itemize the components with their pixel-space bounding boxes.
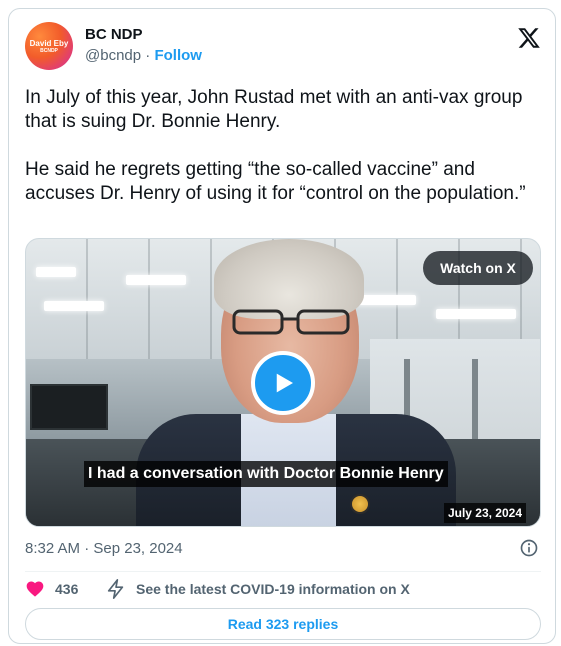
play-button[interactable]	[251, 351, 315, 415]
play-icon	[276, 373, 293, 393]
avatar-subtext: BCNDP	[40, 47, 58, 54]
handle-separator: ·	[145, 47, 151, 64]
ceiling-light	[356, 295, 416, 305]
lightning-bolt-icon[interactable]	[105, 578, 127, 600]
tweet-timestamp[interactable]: 8:32 AM · Sep 23, 2024	[25, 539, 183, 559]
glasses-icon	[232, 309, 350, 335]
avatar[interactable]: David Eby BCNDP	[25, 22, 73, 70]
ceiling-light	[44, 301, 104, 311]
heart-icon[interactable]	[25, 579, 45, 599]
read-replies-button[interactable]: Read 323 replies	[25, 608, 541, 640]
video-player[interactable]: Watch on X I had a conversation with Doc…	[25, 238, 541, 527]
background-tv	[30, 384, 108, 430]
ceiling-light	[36, 267, 76, 277]
covid-info-link[interactable]: See the latest COVID-19 information on X	[136, 579, 410, 599]
video-caption: I had a conversation with Doctor Bonnie …	[84, 461, 448, 487]
follow-button[interactable]: Follow	[154, 47, 202, 64]
ceiling-light	[126, 275, 186, 285]
handle-row: @bcndp · Follow	[85, 46, 202, 66]
tweet-header: David Eby BCNDP BC NDP @bcndp · Follow	[25, 22, 541, 74]
divider	[25, 571, 541, 572]
watch-on-x-button[interactable]: Watch on X	[423, 251, 533, 285]
tweet-text: In July of this year, John Rustad met wi…	[25, 87, 526, 204]
lapel-pin	[350, 494, 370, 514]
video-date: July 23, 2024	[443, 503, 526, 523]
x-logo-icon[interactable]	[517, 26, 541, 50]
ceiling-light	[436, 309, 516, 319]
author-info: BC NDP @bcndp · Follow	[85, 25, 202, 66]
action-bar: 436 See the latest COVID-19 information …	[25, 577, 541, 601]
like-count[interactable]: 436	[55, 579, 78, 599]
avatar-text: David Eby	[29, 38, 69, 48]
info-icon[interactable]	[519, 538, 539, 558]
author-handle[interactable]: @bcndp	[85, 47, 141, 64]
tweet-card: David Eby BCNDP BC NDP @bcndp · Follow I…	[8, 8, 556, 644]
author-name[interactable]: BC NDP	[85, 25, 202, 45]
